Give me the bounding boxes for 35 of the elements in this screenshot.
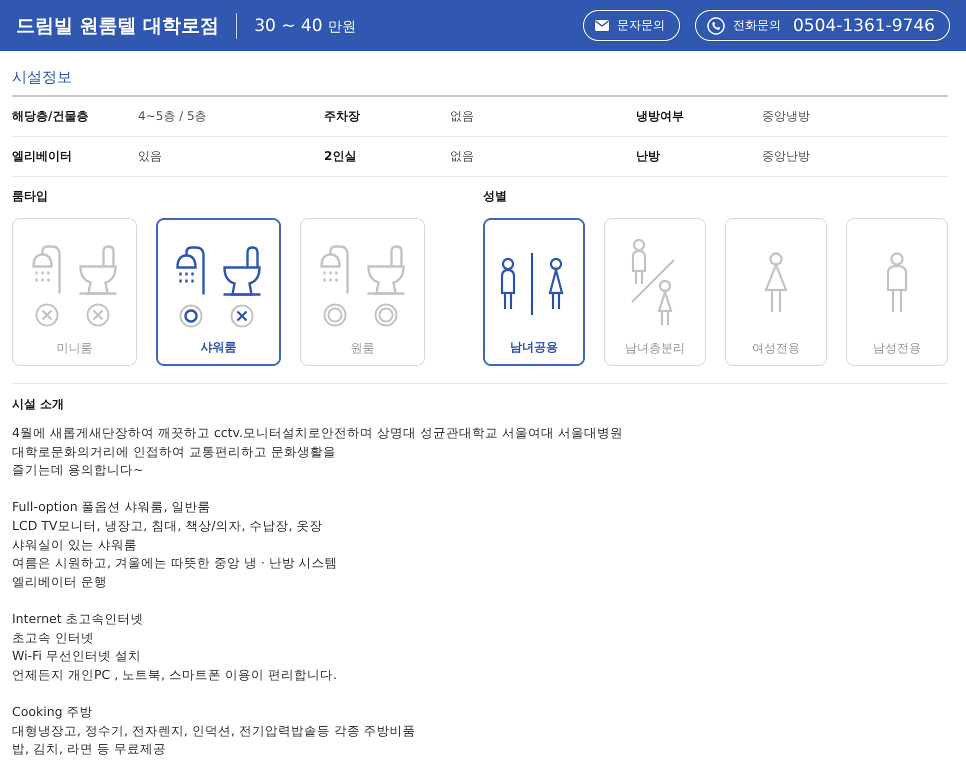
section-title: 시설 소개 [12,396,66,413]
field-label: 냉방여부 [636,108,685,125]
field-value: 없음 [450,148,475,165]
field-value: 없음 [450,108,475,125]
field-value: 중앙냉방 [762,108,811,125]
woman-icon [763,252,789,314]
field-value: 중앙난방 [762,148,811,165]
man-icon [885,252,909,314]
gender-option[interactable]: 남녀층분리 [604,218,706,366]
field-label: 난방 [636,148,661,165]
description-paragraph: Full-option 풀옵션 샤워룸, 일반룸 LCD TV모니터, 냉장고, 침대, 책상/의자, 수납장, 옷장 샤워실이 있는 샤워룸 여름은 시원하고, 겨울에는 따뜻한 중앙 냉 · 난방 시스템 엘리베이터 운행 [12,498,339,591]
description-paragraph: Internet 초고속인터넷 초고속 인터넷 Wi-Fi 무선인터넷 설치 언제든지 개인PC , 노트북, 스마트폰 이용이 편리합니다. [12,610,338,684]
section-title: 시설정보 [12,68,73,87]
sms-inquiry-button[interactable]: 문자문의 [582,10,680,41]
gender-option[interactable]: 남성전용 [846,218,948,366]
field-label: 주차장 [324,108,361,125]
price-range: 30 ~ 40 만원 [254,16,356,36]
gender-option[interactable]: 남녀공용 [483,218,585,366]
field-label: 엘리베이터 [12,148,73,165]
phone-inquiry-button[interactable]: 전화문의 0504-1361-9746 [694,10,950,41]
description-paragraph: 4월에 새롭게새단장하여 깨끗하고 cctv.모니터설치로안전하며 상명대 성균관대학교 서울여대 서울대병원 대학로문화의거리에 인접하여 교통편리하고 문화생활을 즐기는데 용의합니다~ [12,424,624,480]
description-paragraph: Cooking 주방 대형냉장고, 정수기, 전자렌지, 인덕션, 전기압력밥솥등 각종 주방비품 밥, 김치, 라면 등 무료제공 [12,702,417,758]
field-label: 2인실 [324,148,358,165]
gender-option[interactable]: 여성전용 [725,218,827,366]
room-type-option[interactable]: 원룸 [300,218,425,366]
room-type-option[interactable]: 샤워룸 [156,218,281,366]
field-value: 4~5층 / 5층 [138,108,208,125]
phone-icon [706,16,725,34]
listing-title: 드림빌 원룸텔 대학로점 [16,14,220,38]
field-value: 있음 [138,148,163,165]
group-title: 성별 [483,188,508,205]
room-type-option[interactable]: 미니룸 [12,218,137,366]
field-label: 해당층/건물층 [12,108,90,125]
group-title: 룸타입 [12,188,49,205]
envelope-icon [594,20,609,31]
